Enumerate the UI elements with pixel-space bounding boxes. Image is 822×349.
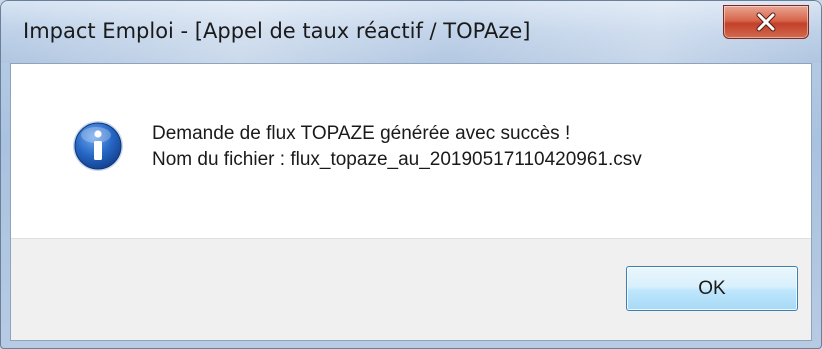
title-bar[interactable]: Impact Emploi - [Appel de taux réactif /…: [1, 1, 821, 63]
message-line-2: Nom du fichier : flux_topaze_au_20190517…: [152, 149, 642, 170]
dialog-client-area: Demande de flux TOPAZE générée avec succ…: [10, 63, 812, 341]
close-icon: [755, 12, 777, 32]
button-bar: OK: [11, 238, 811, 340]
message-area: Demande de flux TOPAZE générée avec succ…: [11, 64, 811, 238]
window-title: Impact Emploi - [Appel de taux réactif /…: [23, 19, 531, 43]
close-button[interactable]: [723, 5, 809, 39]
message-dialog: Impact Emploi - [Appel de taux réactif /…: [0, 0, 822, 349]
message-text: Demande de flux TOPAZE générée avec succ…: [152, 121, 642, 173]
message-line-1: Demande de flux TOPAZE générée avec succ…: [152, 123, 571, 144]
info-icon: [72, 120, 124, 172]
ok-button[interactable]: OK: [626, 266, 798, 311]
